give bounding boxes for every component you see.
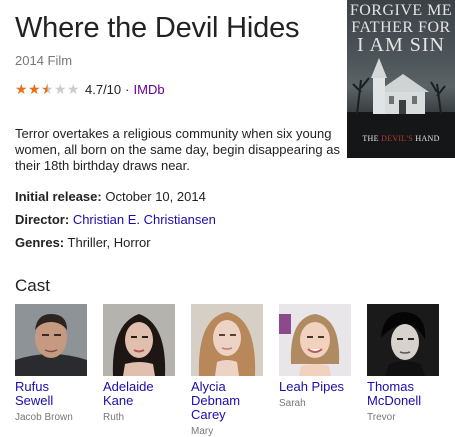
cast-heading: Cast bbox=[15, 276, 50, 295]
poster-tagline-highlight: DEVIL'S bbox=[381, 134, 414, 143]
fact-label: Genres: bbox=[15, 235, 65, 250]
cast-name-link[interactable]: Leah Pipes bbox=[279, 380, 351, 394]
star-empty-icon: ★ bbox=[67, 81, 80, 97]
rating-row: ★ ★ ★ ★ ★ 4.7/10 · IMDb bbox=[15, 81, 165, 97]
cast-member[interactable]: Adelaide Kane Ruth bbox=[103, 304, 175, 423]
portrait-rufus-sewell bbox=[15, 304, 87, 376]
fact-director: Director: Christian E. Christiansen bbox=[15, 212, 216, 227]
cast-name-link[interactable]: Adelaide Kane bbox=[103, 380, 175, 408]
fact-label: Director: bbox=[15, 212, 70, 227]
poster-church-window bbox=[412, 96, 417, 104]
cast-member[interactable]: Leah Pipes Sarah bbox=[279, 304, 351, 409]
fact-label: Initial release: bbox=[15, 189, 102, 204]
cast-member[interactable]: Alycia Debnam Carey Mary bbox=[191, 304, 263, 437]
director-link[interactable]: Christian E. Christiansen bbox=[73, 212, 216, 227]
poster-title-line3: I AM SIN bbox=[347, 34, 455, 57]
portrait-thomas-mcdonell bbox=[367, 304, 439, 376]
poster-title-line1: FORGIVE ME bbox=[349, 2, 453, 19]
cast-role: Jacob Brown bbox=[15, 412, 73, 423]
poster-tagline-suffix: HAND bbox=[415, 134, 440, 143]
movie-description: Terror overtakes a religious community w… bbox=[15, 126, 340, 173]
cast-role: Sarah bbox=[279, 398, 306, 409]
cast-name-link[interactable]: Rufus Sewell bbox=[15, 380, 87, 408]
fact-initial-release: Initial release: October 10, 2014 bbox=[15, 189, 206, 204]
poster-church-door bbox=[399, 100, 406, 114]
rating-value: 4.7/10 bbox=[85, 81, 122, 97]
poster-tagline-prefix: THE bbox=[362, 134, 379, 143]
movie-subtitle: 2014 Film bbox=[15, 53, 73, 68]
portrait-alycia-debnam-carey bbox=[191, 304, 263, 376]
rating-stars: ★ ★ ★ ★ ★ bbox=[15, 82, 80, 96]
star-half-icon: ★ bbox=[41, 81, 54, 97]
imdb-link[interactable]: IMDb bbox=[134, 82, 165, 97]
cast-photo[interactable] bbox=[191, 304, 263, 376]
movie-poster[interactable]: FORGIVE ME FATHER FOR I AM SIN THE DEVIL… bbox=[347, 0, 455, 158]
poster-church-window bbox=[389, 96, 394, 104]
poster-tagline: THE DEVIL'S HAND bbox=[347, 134, 455, 143]
poster-church-tower bbox=[373, 76, 385, 114]
cast-photo[interactable] bbox=[103, 304, 175, 376]
cast-role: Ruth bbox=[103, 412, 125, 423]
star-empty-icon: ★ bbox=[54, 81, 67, 97]
cast-photo[interactable] bbox=[279, 304, 351, 376]
fact-genres: Genres: Thriller, Horror bbox=[15, 235, 151, 250]
cast-role: Mary bbox=[191, 426, 214, 437]
cast-member[interactable]: Rufus Sewell Jacob Brown bbox=[15, 304, 87, 423]
portrait-adelaide-kane bbox=[103, 304, 175, 376]
fact-value: October 10, 2014 bbox=[105, 189, 206, 204]
cast-name-link[interactable]: Thomas McDonell bbox=[367, 380, 439, 408]
poster-title-line3-text: I AM SIN bbox=[356, 34, 445, 56]
movie-title: Where the Devil Hides bbox=[15, 12, 300, 44]
cast-role: Trevor bbox=[367, 412, 396, 423]
cast-photo[interactable] bbox=[367, 304, 439, 376]
cast-photo[interactable] bbox=[15, 304, 87, 376]
cast-member[interactable]: Thomas McDonell Trevor bbox=[367, 304, 439, 423]
poster-church-spire bbox=[371, 58, 387, 78]
cast-name-link[interactable]: Alycia Debnam Carey bbox=[191, 380, 263, 422]
fact-value: Thriller, Horror bbox=[67, 235, 151, 250]
star-icon: ★ bbox=[28, 81, 41, 97]
portrait-leah-pipes bbox=[279, 304, 351, 376]
rating-separator: · bbox=[125, 81, 130, 97]
star-icon: ★ bbox=[15, 81, 28, 97]
